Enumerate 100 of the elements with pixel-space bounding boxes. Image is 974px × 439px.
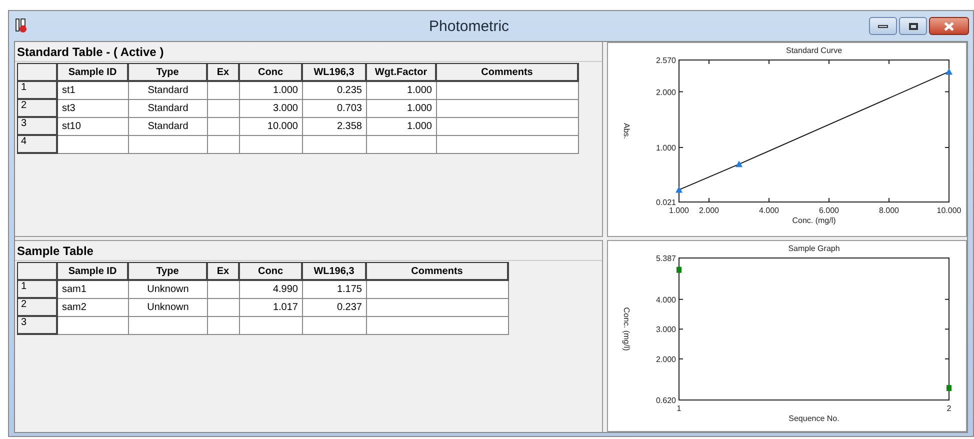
table-cell[interactable]: [208, 281, 240, 299]
table-cell[interactable]: 0.703: [303, 100, 367, 118]
tick-label: 1.000: [656, 143, 676, 152]
table-cell[interactable]: [58, 317, 129, 335]
row-header[interactable]: 2: [18, 299, 58, 317]
table-cell[interactable]: 1.175: [303, 281, 367, 299]
table-cell[interactable]: [208, 100, 240, 118]
table-cell[interactable]: [208, 317, 240, 335]
table-cell[interactable]: [129, 136, 208, 154]
table-cell[interactable]: 1.000: [367, 100, 437, 118]
tick-label: 0.021: [656, 198, 676, 207]
column-header[interactable]: Conc: [240, 64, 303, 82]
axis-label: Conc. (mg/l): [792, 216, 836, 225]
tick-label: 1: [676, 404, 682, 413]
table-cell[interactable]: 1.017: [240, 299, 303, 317]
table-cell[interactable]: 1.000: [240, 82, 303, 100]
data-point: [676, 266, 682, 273]
table-cell[interactable]: Unknown: [129, 281, 208, 299]
tick-label: 5.387: [656, 254, 676, 263]
table-cell[interactable]: st1: [58, 82, 129, 100]
table-cell[interactable]: [303, 317, 367, 335]
column-header[interactable]: Sample ID: [58, 263, 129, 281]
column-header[interactable]: WL196,3: [303, 263, 367, 281]
column-header[interactable]: Wgt.Factor: [367, 64, 437, 82]
table-cell[interactable]: sam1: [58, 281, 129, 299]
table-cell[interactable]: 2.358: [303, 118, 367, 136]
table-cell[interactable]: st3: [58, 100, 129, 118]
data-point: [736, 160, 742, 168]
tick-label: 1.000: [668, 206, 690, 215]
data-point: [946, 385, 952, 392]
tick-label: 2.000: [656, 354, 676, 364]
window-title: Photometric: [429, 17, 510, 37]
column-header[interactable]: Comments: [437, 64, 579, 82]
axis-label: Sequence No.: [788, 414, 840, 423]
table-cell[interactable]: sam2: [58, 299, 129, 317]
chart-title: Standard Curve: [786, 46, 842, 55]
corner-header[interactable]: [18, 64, 58, 82]
table-cell[interactable]: [208, 299, 240, 317]
table-cell[interactable]: 10.000: [240, 118, 303, 136]
row-header[interactable]: 3: [18, 118, 58, 136]
table-cell[interactable]: [437, 136, 579, 154]
table-cell[interactable]: [240, 317, 303, 335]
row-header[interactable]: 1: [18, 281, 58, 299]
table-cell[interactable]: [437, 82, 579, 100]
table-cell[interactable]: 4.990: [240, 281, 303, 299]
table-cell[interactable]: [129, 317, 208, 335]
tick-label: 8.000: [878, 206, 900, 215]
column-header[interactable]: Comments: [367, 263, 509, 281]
row-header[interactable]: 3: [18, 317, 58, 335]
table-cell[interactable]: [208, 136, 240, 154]
table-cell[interactable]: 0.235: [303, 82, 367, 100]
table-cell[interactable]: Standard: [129, 100, 208, 118]
table-cell[interactable]: [208, 118, 240, 136]
table-cell[interactable]: Standard: [129, 118, 208, 136]
column-header[interactable]: Conc: [240, 263, 303, 281]
table-cell[interactable]: 3.000: [240, 100, 303, 118]
table-cell[interactable]: [58, 136, 129, 154]
tick-label: 3.000: [656, 325, 676, 334]
table-cell[interactable]: [367, 317, 509, 335]
column-header[interactable]: Ex: [208, 64, 240, 82]
tick-label: 2: [946, 404, 952, 413]
tick-label: 4.000: [758, 206, 780, 215]
table-cell[interactable]: [437, 100, 579, 118]
data-point: [946, 68, 952, 75]
table-cell[interactable]: 0.237: [303, 299, 367, 317]
data-point: [676, 186, 682, 193]
column-header[interactable]: Type: [129, 263, 208, 281]
table-cell[interactable]: [367, 136, 437, 154]
table-title: Sample Table: [17, 242, 94, 260]
table-cell[interactable]: [240, 136, 303, 154]
table-cell[interactable]: [303, 136, 367, 154]
maximize-button[interactable]: [899, 17, 927, 35]
column-header[interactable]: Ex: [208, 263, 240, 281]
row-header[interactable]: 4: [18, 136, 58, 154]
column-header[interactable]: Sample ID: [58, 64, 129, 82]
tick-label: 6.000: [818, 206, 840, 215]
tick-label: 0.620: [656, 396, 676, 405]
table-cell[interactable]: [367, 299, 509, 317]
column-header[interactable]: Type: [129, 64, 208, 82]
tick-label: 10.000: [936, 206, 962, 215]
row-header[interactable]: 1: [18, 82, 58, 100]
table-cell[interactable]: [367, 281, 509, 299]
table-cell[interactable]: 1.000: [367, 118, 437, 136]
table-cell[interactable]: Standard: [129, 82, 208, 100]
table-cell[interactable]: 1.000: [367, 82, 437, 100]
close-button[interactable]: [929, 17, 969, 35]
minimize-button[interactable]: [869, 17, 897, 35]
row-header[interactable]: 2: [18, 100, 58, 118]
tick-label: 4.000: [656, 295, 676, 304]
table-cell[interactable]: [208, 82, 240, 100]
table-cell[interactable]: Unknown: [129, 299, 208, 317]
table-cell[interactable]: st10: [58, 118, 129, 136]
axis-label: Conc. (mg/l): [622, 307, 631, 351]
tick-label: 2.000: [656, 88, 676, 97]
chart-title: Sample Graph: [788, 244, 840, 253]
corner-header[interactable]: [18, 263, 58, 281]
table-cell[interactable]: [437, 118, 579, 136]
column-header[interactable]: WL196,3: [303, 64, 367, 82]
close-icon: [944, 22, 954, 30]
tick-label: 2.570: [656, 56, 676, 65]
